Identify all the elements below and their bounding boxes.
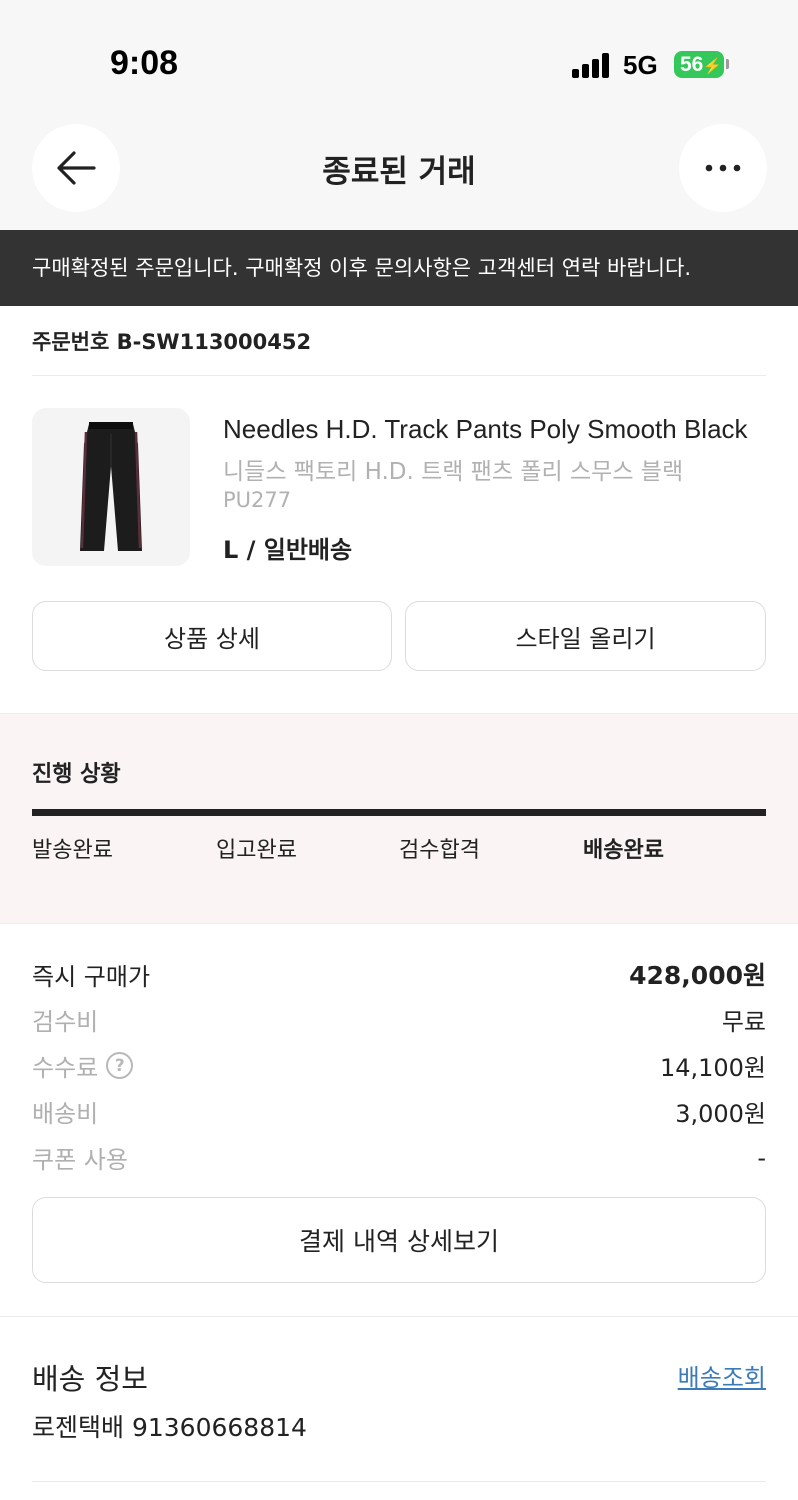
- price-label: 즉시 구매가: [32, 962, 151, 991]
- price-value: 428,000원: [629, 961, 766, 990]
- more-button[interactable]: [679, 124, 767, 212]
- price-value: 14,100원: [659, 1054, 766, 1082]
- section-divider: [0, 1316, 798, 1317]
- price-row-inspection-fee: 검수비 무료: [32, 1002, 766, 1037]
- order-number: 주문번호 B-SW113000452: [32, 330, 312, 354]
- price-value: -: [757, 1143, 766, 1172]
- shipping-title: 배송 정보: [32, 1362, 148, 1396]
- progress-bar: [32, 809, 766, 816]
- price-value: 3,000원: [675, 1100, 766, 1128]
- product-detail-button[interactable]: 상품 상세: [32, 601, 392, 671]
- progress-step-inspected: 검수합격: [399, 838, 480, 863]
- divider: [32, 1481, 766, 1482]
- price-label: 수수료: [32, 1054, 99, 1082]
- product-image[interactable]: [32, 408, 190, 566]
- battery-tip: [726, 59, 729, 69]
- progress-title: 진행 상황: [32, 762, 121, 787]
- track-pants-image: [80, 422, 142, 551]
- notice-banner: 구매확정된 주문입니다. 구매확정 이후 문의사항은 고객센터 연락 바랍니다.: [0, 230, 798, 306]
- more-horizontal-icon: [705, 164, 741, 172]
- divider: [32, 375, 766, 376]
- payment-details-button[interactable]: 결제 내역 상세보기: [32, 1197, 766, 1283]
- question-circle-icon[interactable]: ?: [106, 1052, 134, 1079]
- price-row-shipping-fee: 배송비 3,000원: [32, 1094, 766, 1129]
- battery-icon: 56⚡: [674, 51, 724, 78]
- track-shipment-link[interactable]: 배송조회: [678, 1358, 766, 1393]
- progress-step-delivered: 배송완료: [583, 838, 664, 863]
- product-name-ko: 니들스 팩토리 H.D. 트랙 팬츠 폴리 스무스 블랙: [223, 459, 684, 485]
- price-row-coupon: 쿠폰 사용 -: [32, 1140, 766, 1175]
- price-label: 배송비: [32, 1100, 99, 1128]
- cellular-signal-icon: [572, 52, 612, 78]
- status-bar: 9:08 5G 56⚡: [0, 0, 798, 120]
- upload-style-button[interactable]: 스타일 올리기: [405, 601, 766, 671]
- product-name-en[interactable]: Needles H.D. Track Pants Poly Smooth Bla…: [223, 414, 768, 445]
- battery-level: 56: [680, 53, 704, 76]
- status-time: 9:08: [110, 44, 179, 82]
- product-option: L / 일반배송: [223, 536, 353, 564]
- price-label-commission: 수수료 ?: [32, 1048, 134, 1083]
- tracking-number: 로젠택배 91360668814: [32, 1413, 307, 1442]
- price-value: 무료: [721, 1008, 766, 1036]
- network-type: 5G: [623, 50, 658, 80]
- progress-step-shipped: 발송완료: [32, 838, 113, 863]
- progress-step-warehoused: 입고완료: [216, 838, 297, 863]
- price-label: 검수비: [32, 1008, 99, 1036]
- header: 종료된 거래: [0, 120, 798, 230]
- price-label: 쿠폰 사용: [32, 1146, 128, 1174]
- product-code: PU277: [223, 488, 292, 512]
- progress-section: 진행 상황 발송완료 입고완료 검수합격 배송완료: [0, 713, 798, 924]
- price-row-commission: 수수료 ? 14,100원: [32, 1048, 766, 1083]
- price-row-buy-now: 즉시 구매가 428,000원: [32, 956, 766, 992]
